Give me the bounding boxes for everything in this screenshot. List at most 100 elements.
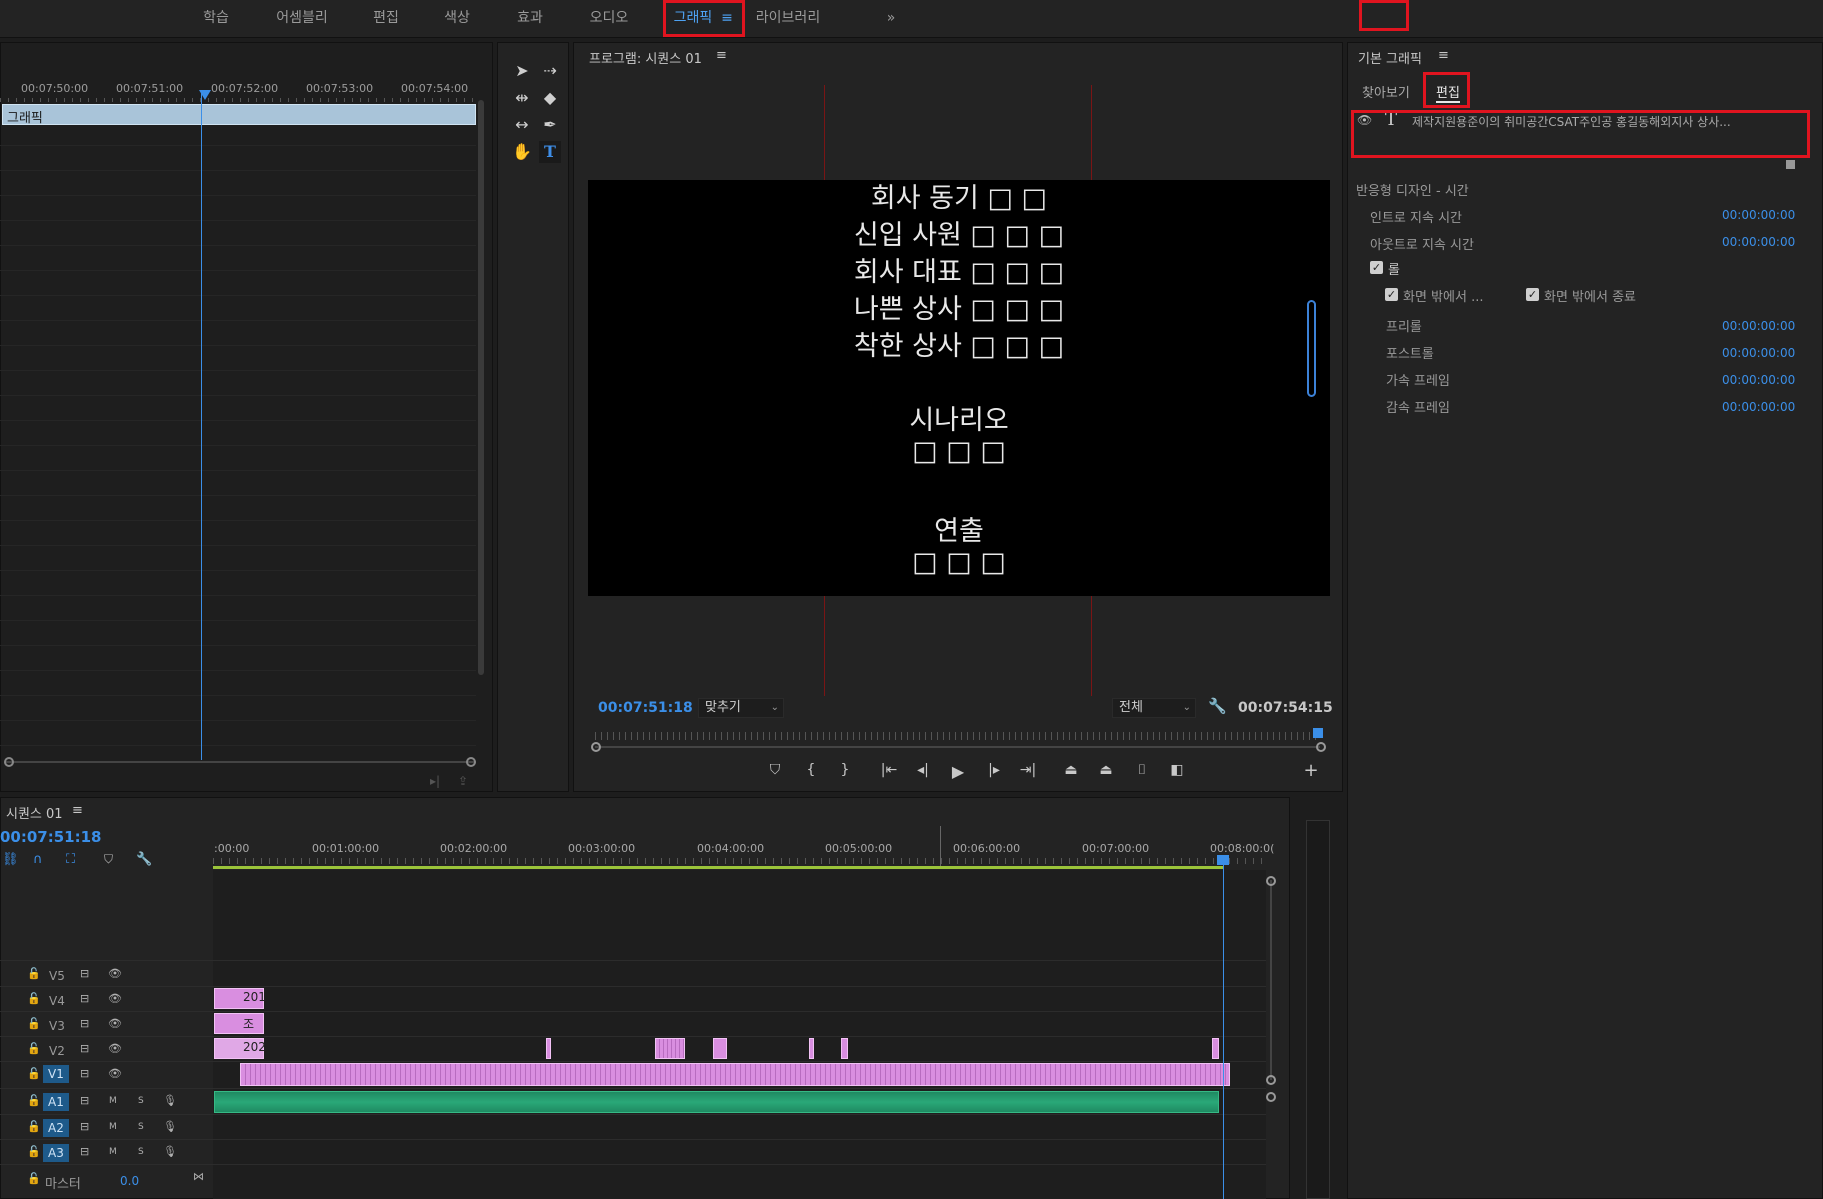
extract-icon[interactable]: ⏏ — [1095, 762, 1117, 778]
ease-in-value[interactable]: 00:00:00:00 — [1722, 373, 1795, 387]
src-scroll-start-handle[interactable] — [4, 757, 14, 767]
track-v2-label[interactable]: V2 — [49, 1044, 65, 1058]
razor-tool-icon[interactable]: ◆ — [539, 87, 561, 109]
sync-lock-icon[interactable]: ⊟ — [80, 992, 89, 1005]
zoom-start-handle[interactable] — [591, 742, 601, 752]
src-scroll-end-handle[interactable] — [466, 757, 476, 767]
sync-lock-icon[interactable]: ⊟ — [80, 1094, 89, 1107]
master-end-icon[interactable]: ⋈ — [193, 1170, 204, 1183]
visibility-eye-icon[interactable]: 👁 — [1357, 113, 1372, 127]
tab-color[interactable]: 색상 — [437, 0, 477, 36]
eye-icon[interactable]: 👁 — [108, 1042, 122, 1055]
sequence-title[interactable]: 시퀀스 01 — [6, 803, 63, 822]
clip-v4[interactable]: 201 — [214, 988, 266, 1009]
eye-icon[interactable]: 👁 — [108, 1067, 122, 1080]
zoom-end-handle[interactable] — [1316, 742, 1326, 752]
clip-v1-sequence[interactable] — [240, 1063, 1230, 1086]
pen-tool-icon[interactable]: ✒ — [539, 114, 561, 136]
program-title[interactable]: 프로그램: 시퀀스 01 — [589, 48, 702, 67]
ease-out-value[interactable]: 00:00:00:00 — [1722, 400, 1795, 414]
lock-icon[interactable]: 🔓 — [27, 967, 41, 980]
fit-dropdown[interactable]: 맞추기 ⌄ — [698, 698, 784, 718]
program-current-timecode[interactable]: 00:07:51:18 — [598, 700, 693, 716]
roll-scroll-handle[interactable] — [1307, 300, 1316, 397]
timeline-settings-wrench-icon[interactable]: 🔧 — [136, 852, 152, 867]
clip-v2-small[interactable] — [546, 1038, 551, 1059]
mute-button[interactable]: M — [109, 1122, 117, 1132]
add-marker-icon[interactable]: ⛉ — [764, 762, 786, 778]
preroll-value[interactable]: 00:00:00:00 — [1722, 319, 1795, 333]
track-select-tool-icon[interactable]: ⇢ — [539, 60, 561, 82]
lift-icon[interactable]: ⏏ — [1060, 762, 1082, 778]
tab-effects[interactable]: 효과 — [510, 0, 550, 36]
track-a1-label[interactable]: A1 — [43, 1093, 69, 1111]
sync-lock-icon[interactable]: ⊟ — [80, 1145, 89, 1158]
track-v3-label[interactable]: V3 — [49, 1019, 65, 1033]
track-v1-label[interactable]: V1 — [43, 1065, 69, 1083]
eye-icon[interactable]: 👁 — [108, 1017, 122, 1030]
linked-selection-icon[interactable]: ⛶ — [66, 852, 75, 867]
new-layer-icon[interactable] — [1786, 160, 1795, 169]
sequence-tracks-area[interactable] — [213, 870, 1266, 1199]
mute-button[interactable]: M — [109, 1096, 117, 1106]
tab-libraries[interactable]: 라이브러리 — [752, 0, 824, 36]
tab-browse[interactable]: 찾아보기 — [1362, 82, 1410, 101]
eg-title[interactable]: 기본 그래픽 — [1358, 48, 1422, 67]
track-v5-label[interactable]: V5 — [49, 969, 65, 983]
tab-edit[interactable]: 편집 — [1436, 82, 1460, 103]
track-a3-label[interactable]: A3 — [43, 1144, 69, 1162]
hand-tool-icon[interactable]: ✋ — [511, 141, 533, 163]
text-layer-name[interactable]: 제작지원용준이의 취미공간CSAT주인공 홍길동해외지사 상사... — [1412, 113, 1787, 130]
track-a2-label[interactable]: A2 — [43, 1119, 69, 1137]
go-to-in-icon[interactable]: |⇤ — [878, 762, 900, 778]
play-icon[interactable]: ▶ — [947, 762, 969, 781]
lock-icon[interactable]: 🔓 — [27, 1172, 41, 1185]
tab-editing[interactable]: 편집 — [366, 0, 406, 36]
master-volume-value[interactable]: 0.0 — [120, 1174, 139, 1188]
seq-scroll-handle[interactable] — [1266, 876, 1276, 886]
eye-icon[interactable]: 👁 — [108, 992, 122, 1005]
lock-icon[interactable]: 🔓 — [27, 1145, 41, 1158]
lock-icon[interactable]: 🔓 — [27, 1120, 41, 1133]
seq-scroll-handle[interactable] — [1266, 1075, 1276, 1085]
quality-dropdown[interactable]: 전체 ⌄ — [1112, 698, 1196, 718]
clip-v2[interactable]: 202 — [214, 1038, 266, 1059]
microphone-icon[interactable]: 🎙 — [163, 1120, 177, 1133]
roll-checkbox[interactable]: ✓ — [1370, 261, 1383, 274]
src-playhead[interactable] — [201, 90, 202, 760]
step-forward-icon[interactable]: |▸ — [983, 762, 1005, 778]
outro-duration-value[interactable]: 00:00:00:00 — [1722, 235, 1795, 249]
sync-lock-icon[interactable]: ⊟ — [80, 967, 89, 980]
lock-icon[interactable]: 🔓 — [27, 1042, 41, 1055]
lock-icon[interactable]: 🔓 — [27, 1017, 41, 1030]
nest-toggle-icon[interactable]: ⛓ — [2, 852, 19, 867]
sync-lock-icon[interactable]: ⊟ — [80, 1067, 89, 1080]
clip-v2-small[interactable] — [713, 1038, 727, 1059]
clip-v2-small[interactable] — [1212, 1038, 1219, 1059]
mute-button[interactable]: M — [109, 1147, 117, 1157]
export-frame-camera-icon[interactable]: ⌷ — [1131, 762, 1153, 778]
sync-lock-icon[interactable]: ⊟ — [80, 1017, 89, 1030]
solo-button[interactable]: S — [138, 1096, 144, 1106]
intro-duration-value[interactable]: 00:00:00:00 — [1722, 208, 1795, 222]
seq-vertical-scrollbar[interactable] — [1270, 880, 1272, 1080]
settings-wrench-icon[interactable]: 🔧 — [1208, 697, 1227, 715]
slip-tool-icon[interactable]: ↔ — [511, 114, 533, 136]
end-offscreen-checkbox[interactable]: ✓ — [1526, 288, 1539, 301]
export-icon[interactable]: ⇪ — [458, 774, 468, 788]
start-offscreen-checkbox[interactable]: ✓ — [1385, 288, 1398, 301]
track-v4-label[interactable]: V4 — [49, 994, 65, 1008]
mark-out-icon[interactable]: } — [834, 762, 856, 778]
program-zoom-scrollbar[interactable] — [595, 746, 1320, 748]
program-video-frame[interactable]: 회사 동기 □ □ 신입 사원 □ □ □ 회사 대표 □ □ □ 나쁜 상사 … — [588, 180, 1330, 596]
tab-graphics-menu-icon[interactable]: ≡ — [720, 0, 734, 36]
sequence-menu-icon[interactable]: ≡ — [72, 803, 83, 818]
mark-in-icon[interactable]: { — [800, 762, 822, 778]
program-playhead-handle[interactable] — [1313, 728, 1323, 738]
clip-a1-audio[interactable] — [214, 1091, 1219, 1113]
src-horizontal-scrollbar[interactable] — [6, 761, 476, 763]
clip-v2-small[interactable] — [809, 1038, 814, 1059]
lock-icon[interactable]: 🔓 — [27, 1094, 41, 1107]
type-tool-icon[interactable]: T — [539, 141, 561, 163]
sync-lock-icon[interactable]: ⊟ — [80, 1120, 89, 1133]
